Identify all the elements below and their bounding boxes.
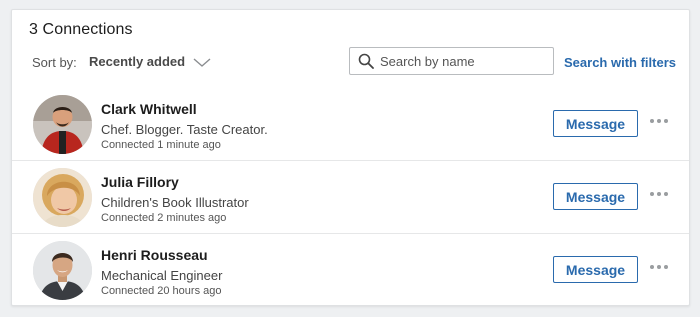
connections-card: 3 Connections Sort by: Recently added Se… [11, 9, 690, 306]
sort-value-label: Recently added [89, 54, 186, 69]
search-with-filters-link[interactable]: Search with filters [564, 55, 676, 70]
sort-dropdown[interactable]: Recently added [89, 54, 211, 69]
more-options-icon[interactable] [647, 187, 671, 201]
connection-time: Connected 20 hours ago [101, 285, 222, 297]
connection-headline: Children's Book Illustrator [101, 195, 249, 210]
message-button[interactable]: Message [553, 110, 638, 137]
avatar[interactable] [33, 241, 92, 300]
search-input[interactable] [380, 49, 550, 73]
page-title: 3 Connections [29, 21, 133, 38]
search-box[interactable] [349, 47, 554, 75]
connection-row: Clark Whitwell Chef. Blogger. Taste Crea… [12, 88, 689, 161]
avatar-photo [33, 168, 92, 227]
avatar-photo [33, 95, 92, 154]
message-button[interactable]: Message [553, 183, 638, 210]
more-options-icon[interactable] [647, 260, 671, 274]
message-button[interactable]: Message [553, 256, 638, 283]
connection-name[interactable]: Henri Rousseau [101, 247, 208, 263]
connection-time: Connected 2 minutes ago [101, 212, 227, 224]
avatar-photo [33, 241, 92, 300]
connection-row: Julia Fillory Children's Book Illustrato… [12, 161, 689, 234]
connection-name[interactable]: Clark Whitwell [101, 101, 197, 117]
connection-row: Henri Rousseau Mechanical Engineer Conne… [12, 234, 689, 307]
connection-headline: Mechanical Engineer [101, 268, 223, 283]
search-icon [358, 53, 374, 69]
connection-time: Connected 1 minute ago [101, 139, 221, 151]
more-options-icon[interactable] [647, 114, 671, 128]
connection-name[interactable]: Julia Fillory [101, 174, 179, 190]
connection-headline: Chef. Blogger. Taste Creator. [101, 122, 268, 137]
sort-label: Sort by: [32, 55, 77, 70]
avatar[interactable] [33, 168, 92, 227]
avatar[interactable] [33, 95, 92, 154]
chevron-down-icon [193, 58, 211, 67]
